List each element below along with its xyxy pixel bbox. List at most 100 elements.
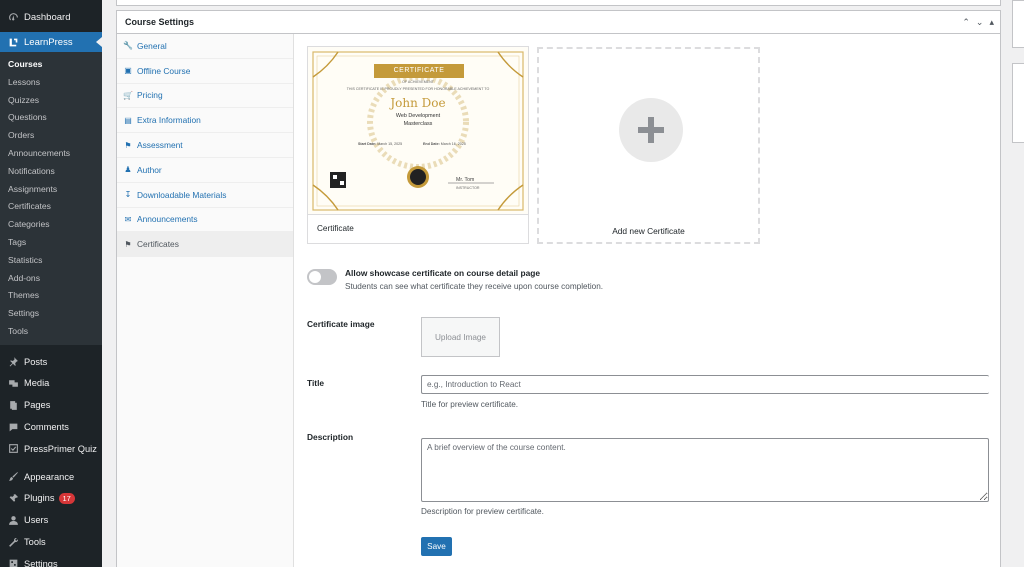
certificate-card[interactable]: CERTIFICATE OF ACHIEVEMENT THIS CERTIFIC… [307,46,529,244]
end-date-label: End Date: [423,142,440,146]
users-icon [7,514,19,526]
title-description: Title for preview certificate. [421,400,519,409]
author-icon: ♟ [124,165,132,175]
tab-general[interactable]: 🔧 General [117,34,293,59]
showcase-setting: Allow showcase certificate on course det… [307,268,987,298]
certificate-image-label: Certificate image [307,319,375,329]
menu-label: LearnPress [24,36,73,48]
menu-label: Comments [24,422,69,433]
brush-icon [7,471,19,483]
certificate-instructor-role: INSTRUCTOR [456,186,480,190]
submenu-questions[interactable]: Questions [0,109,102,127]
submenu-announcements[interactable]: Announcements [0,145,102,163]
tab-extra-information[interactable]: ▤ Extra Information [117,108,293,134]
right-box-middle [1012,63,1024,143]
main-content: Course Settings ⌃ ⌄ ▴ 🔧 General ▣ Offline … [102,0,1024,567]
menu-label: Plugins [24,493,55,504]
start-date-value: March 15, 2025 [377,142,403,146]
showcase-label: Allow showcase certificate on course det… [345,268,541,278]
submenu-orders[interactable]: Orders [0,127,102,145]
submenu-courses[interactable]: Courses [0,56,102,74]
menu-label: Posts [24,356,48,367]
pages-icon [7,399,19,411]
tab-label: General [137,40,167,51]
toggle-knob [309,271,321,283]
menu-settings[interactable]: Settings [0,553,102,567]
flag-icon: ⚑ [124,239,132,249]
certificate-preview: CERTIFICATE OF ACHIEVEMENT THIS CERTIFIC… [308,47,528,215]
cart-icon: 🛒 [123,90,133,100]
menu-label: Settings [24,558,58,567]
menu-pressprimer-quiz[interactable]: PressPrimer Quiz [0,438,102,460]
tab-offline-course[interactable]: ▣ Offline Course [117,59,293,84]
submenu-themes[interactable]: Themes [0,287,102,305]
description-label: Description [307,432,354,442]
submenu-quizzes[interactable]: Quizzes [0,92,102,110]
tab-author[interactable]: ♟ Author [117,158,293,183]
certificate-course-line2: Masterclass [403,121,433,127]
plugins-update-badge: 17 [58,492,75,504]
menu-posts[interactable]: Posts [0,351,102,373]
menu-users[interactable]: Users [0,509,102,531]
certificate-ribbon: CERTIFICATE [374,64,464,78]
menu-comments[interactable]: Comments [0,416,102,438]
move-down-icon[interactable]: ⌄ [976,17,984,28]
title-input[interactable] [421,375,989,394]
metabox-handle-actions: ⌃ ⌄ ▴ [962,17,994,28]
tab-downloadable-materials[interactable]: ↧ Downloadable Materials [117,183,293,208]
menu-media[interactable]: Media [0,373,102,395]
showcase-description: Students can see what certificate they r… [345,282,604,291]
menu-pages[interactable]: Pages [0,394,102,416]
tab-announcements[interactable]: ✉ Announcements [117,208,293,233]
settings-icon [7,558,19,567]
tab-pricing[interactable]: 🛒 Pricing [117,84,293,109]
upload-image-button[interactable]: Upload Image [421,317,500,357]
quiz-icon [7,443,19,455]
menu-plugins[interactable]: Plugins 17 [0,488,102,510]
menu-dashboard[interactable]: Dashboard [0,8,102,27]
menu-label: Media [24,378,50,389]
certificate-end-date: End Date: March 16, 2025 [423,142,466,146]
course-settings-metabox: Course Settings ⌃ ⌄ ▴ 🔧 General ▣ Offline … [116,10,1001,567]
wrench-icon: 🔧 [123,41,133,51]
start-date-label: Start Date: [358,142,377,146]
menu-label: PressPrimer Quiz [24,443,97,454]
menu-label: Users [24,515,49,526]
add-new-certificate-card[interactable]: Add new Certificate [537,47,760,244]
submenu-notifications[interactable]: Notifications [0,163,102,181]
certificates-panel: CERTIFICATE OF ACHIEVEMENT THIS CERTIFIC… [307,46,997,566]
submenu-tags[interactable]: Tags [0,234,102,252]
tab-label: Announcements [137,214,198,225]
pin-icon [7,356,19,368]
wrench-icon [7,536,19,548]
metabox-header: Course Settings ⌃ ⌄ ▴ [117,11,1000,34]
menu-appearance[interactable]: Appearance [0,466,102,488]
submenu-assignments[interactable]: Assignments [0,181,102,199]
certificate-course-line1: Web Development [395,113,441,119]
description-textarea[interactable] [421,438,989,502]
plugin-icon [7,492,19,504]
media-icon [7,377,19,389]
tab-certificates[interactable]: ⚑ Certificates [117,232,293,258]
submenu-categories[interactable]: Categories [0,216,102,234]
tab-label: Author [137,164,162,175]
tab-assessment[interactable]: ⚑ Assessment [117,133,293,158]
submenu-tools[interactable]: Tools [0,323,102,341]
submenu-settings[interactable]: Settings [0,305,102,323]
menu-label: Pages [24,400,51,411]
submenu-addons[interactable]: Add-ons [0,270,102,288]
menu-learnpress[interactable]: LearnPress [0,32,102,52]
showcase-toggle[interactable] [307,269,337,285]
menu-label: Dashboard [24,12,71,23]
collapse-toggle-icon[interactable]: ▴ [989,17,994,28]
move-up-icon[interactable]: ⌃ [962,17,970,28]
plus-icon [619,98,683,162]
save-button[interactable]: Save [421,537,452,556]
submenu-certificates[interactable]: Certificates [0,198,102,216]
certificate-presented-line: THIS CERTIFICATE IS PROUDLY PRESENTED FO… [346,87,490,91]
menu-label: Appearance [24,471,75,482]
submenu-statistics[interactable]: Statistics [0,252,102,270]
previous-metabox-edge [116,0,1001,6]
submenu-lessons[interactable]: Lessons [0,74,102,92]
menu-tools[interactable]: Tools [0,531,102,553]
